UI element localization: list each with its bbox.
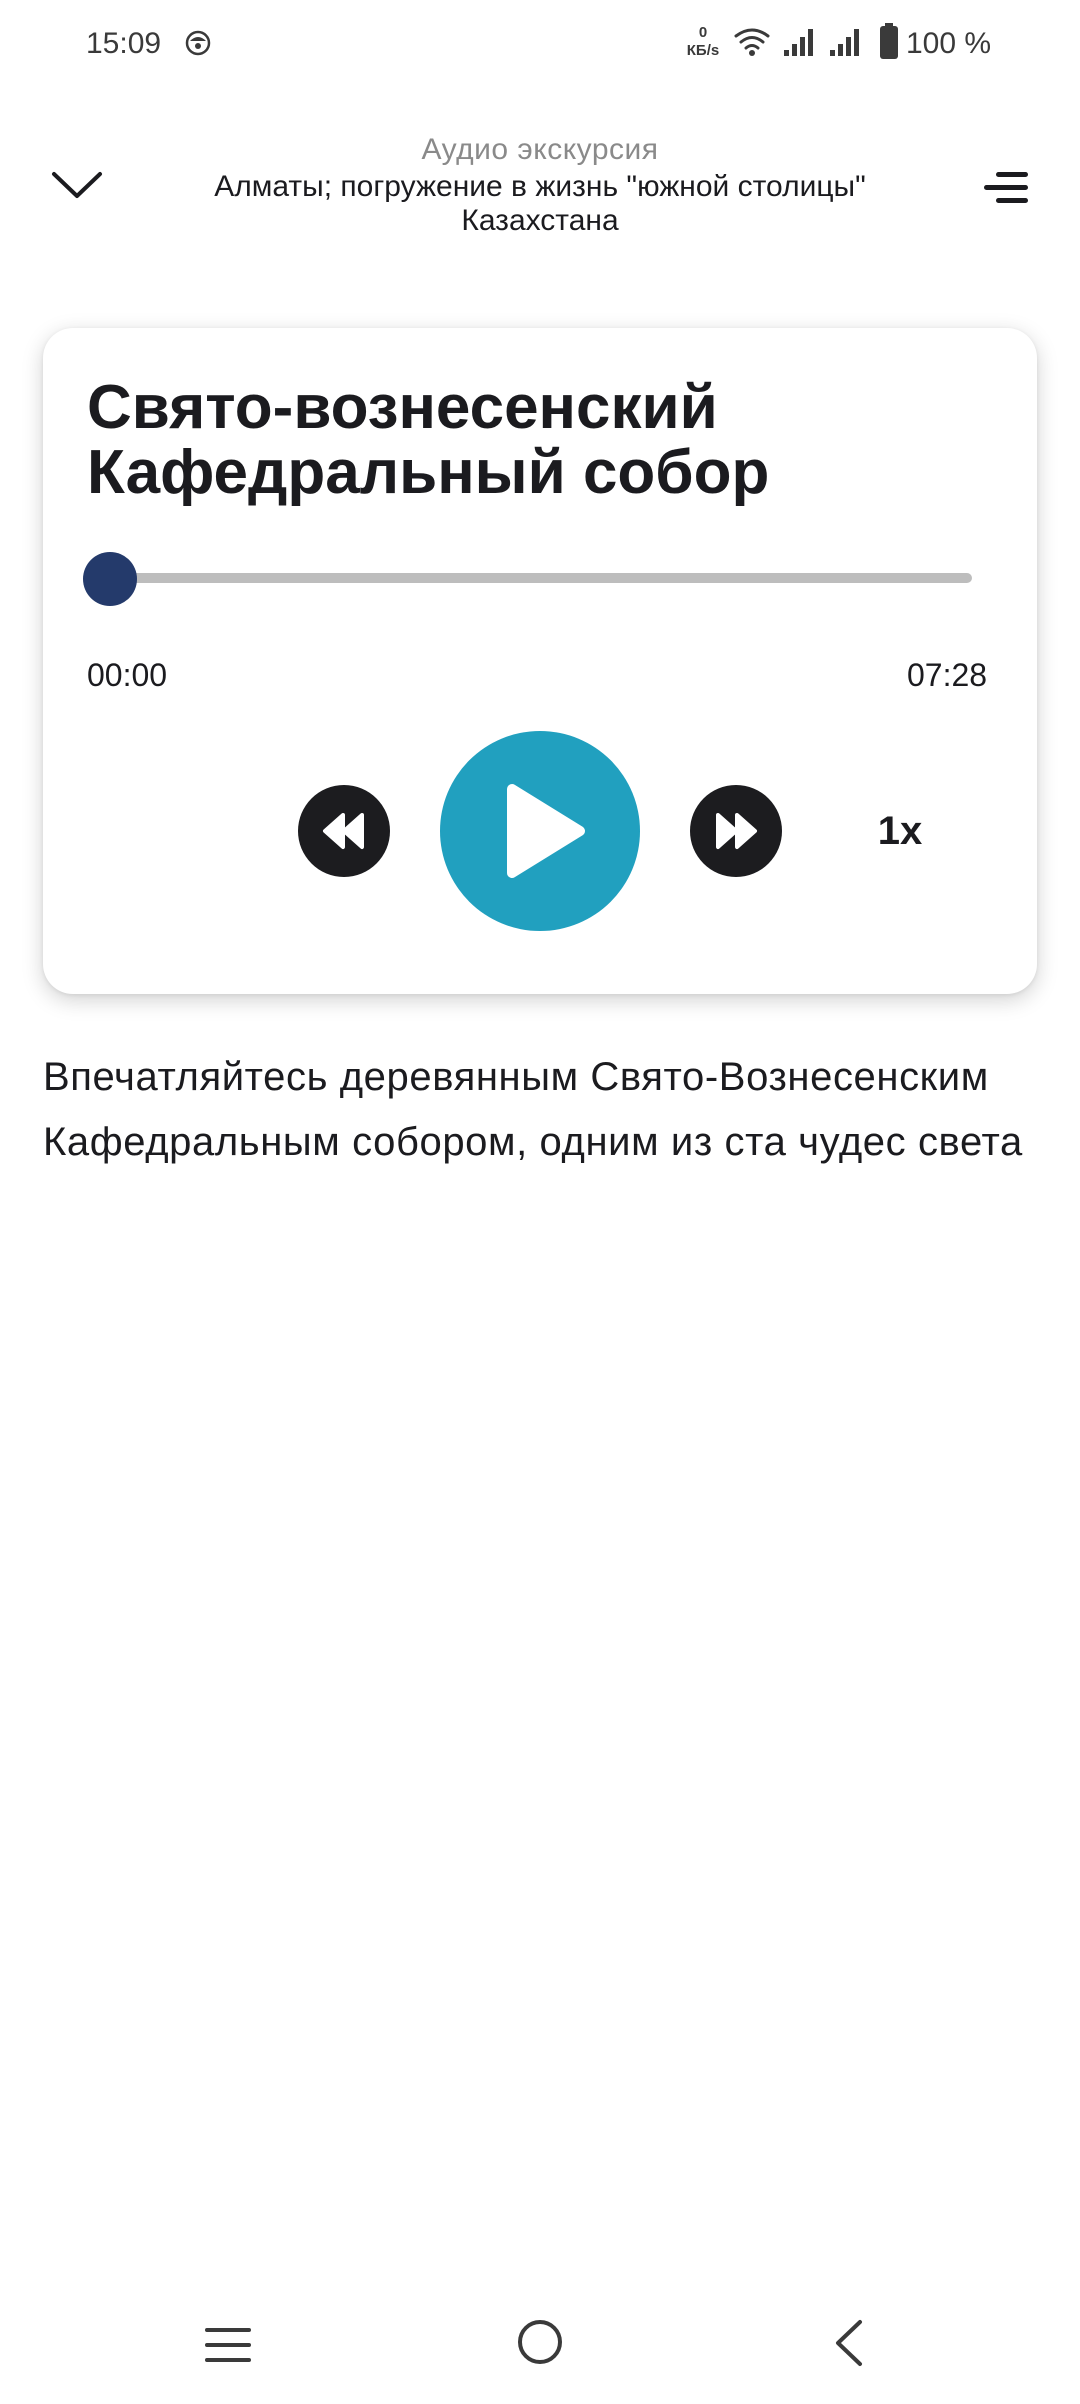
fast-forward-button[interactable] (690, 785, 782, 877)
current-time: 00:00 (87, 657, 168, 693)
header-title: Алматы; погружение в жизнь "южной столиц… (214, 170, 866, 237)
description-text: Впечатляйтесь деревянным Свято-Вознесенс… (43, 1055, 1023, 1164)
menu-icon[interactable] (982, 170, 1030, 206)
rewind-icon (323, 813, 364, 849)
header-subtitle: Аудио экскурсия (421, 133, 659, 166)
progress-knob[interactable] (83, 552, 137, 606)
battery-icon (880, 23, 898, 59)
network-speed-unit: КБ/s (686, 42, 720, 59)
network-speed: 0 КБ/s (680, 24, 726, 60)
status-time: 15:09 (86, 27, 162, 60)
fast-forward-icon (716, 813, 757, 849)
face-notification-icon (185, 30, 211, 56)
home-icon[interactable] (516, 2318, 564, 2366)
recents-icon[interactable] (203, 2325, 253, 2365)
network-speed-value: 0 (698, 24, 708, 41)
signal-icon (784, 29, 813, 56)
progress-track[interactable] (110, 573, 972, 583)
play-button[interactable] (440, 731, 640, 931)
play-icon (507, 784, 585, 878)
chevron-down-icon[interactable] (50, 168, 104, 202)
back-icon[interactable] (830, 2318, 866, 2368)
playback-speed-button[interactable]: 1x (860, 805, 940, 857)
signal-icon (830, 29, 859, 56)
track-title: Свято-вознесенский Кафедральный собор (87, 373, 770, 507)
total-time: 07:28 (907, 657, 988, 693)
wifi-icon (734, 28, 770, 56)
battery-percentage: 100 % (906, 27, 992, 60)
rewind-button[interactable] (298, 785, 390, 877)
